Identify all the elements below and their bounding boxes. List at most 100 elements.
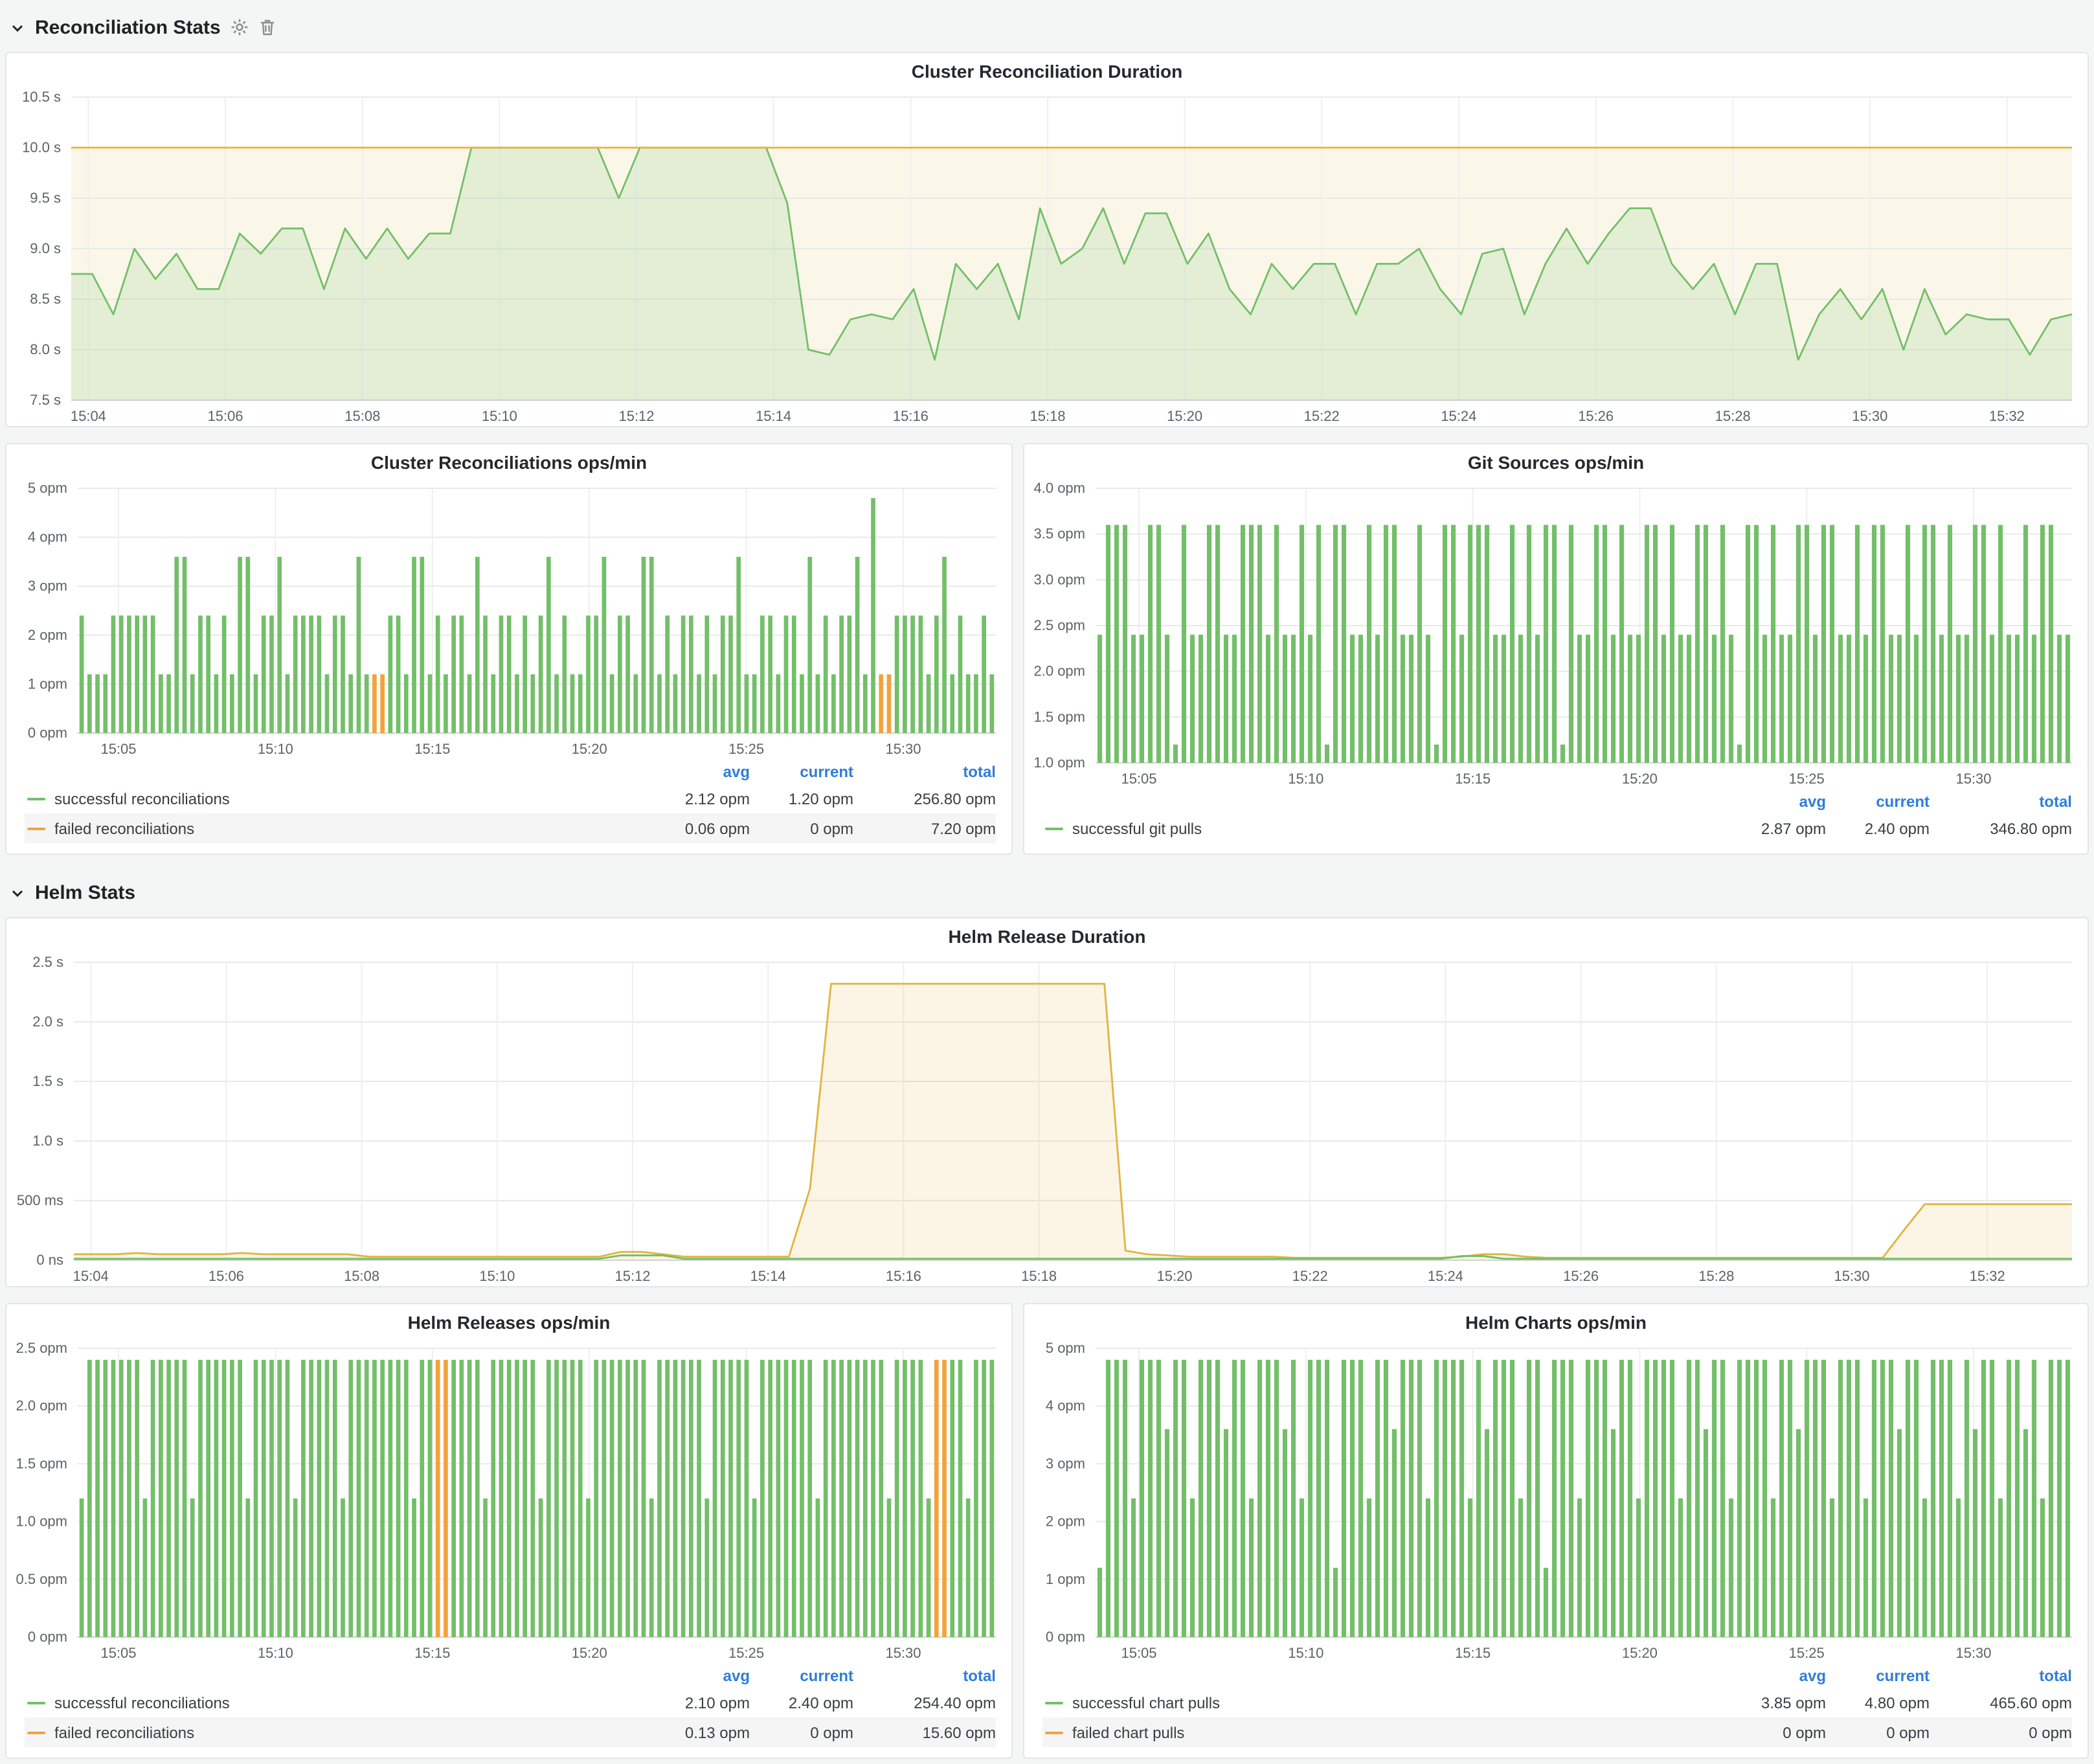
trash-icon[interactable] — [260, 18, 276, 36]
series-current: 2.40 opm — [750, 1693, 853, 1712]
svg-text:15:22: 15:22 — [1292, 1268, 1328, 1284]
series-current: 0 opm — [750, 1723, 853, 1741]
svg-text:15:15: 15:15 — [1455, 771, 1491, 787]
helm-release-duration-chart[interactable]: 0 ns500 ms1.0 s1.5 s2.0 s2.5 s15:0415:06… — [6, 949, 2088, 1286]
svg-text:15:05: 15:05 — [1121, 771, 1156, 787]
svg-text:15:10: 15:10 — [1288, 1645, 1323, 1661]
legend-current-header[interactable]: current — [1826, 792, 1930, 810]
svg-text:15:25: 15:25 — [728, 1645, 764, 1661]
svg-text:15:04: 15:04 — [71, 408, 106, 424]
legend-avg-header[interactable]: avg — [627, 1666, 750, 1684]
cluster-reconciliations-ops-chart[interactable]: 0 opm1 opm2 opm3 opm4 opm5 opm15:0515:10… — [6, 475, 1011, 759]
section-header-reconciliation-stats[interactable]: Reconciliation Stats — [10, 8, 2089, 47]
svg-text:15:30: 15:30 — [1852, 408, 1887, 424]
svg-text:1.0 opm: 1.0 opm — [16, 1513, 68, 1530]
svg-text:4 opm: 4 opm — [28, 529, 67, 545]
legend-current-header[interactable]: current — [750, 762, 853, 780]
series-total: 254.40 opm — [853, 1693, 996, 1712]
panel-helm-charts-ops: Helm Charts ops/min 0 opm1 opm2 opm3 opm… — [1023, 1303, 2089, 1759]
series-label: failed reconciliations — [54, 1723, 194, 1741]
svg-text:15:25: 15:25 — [1789, 1645, 1825, 1661]
legend-avg-header[interactable]: avg — [627, 762, 750, 780]
svg-text:15:15: 15:15 — [414, 1645, 450, 1661]
svg-text:15:10: 15:10 — [482, 408, 517, 424]
panel-title[interactable]: Git Sources ops/min — [1024, 444, 2088, 475]
legend-current-header[interactable]: current — [750, 1666, 853, 1684]
panel-title[interactable]: Cluster Reconciliations ops/min — [6, 444, 1011, 475]
legend-row-successful-chart-pulls[interactable]: successful chart pulls 3.85 opm 4.80 opm… — [1042, 1688, 2072, 1717]
svg-text:15:30: 15:30 — [885, 741, 921, 757]
legend-avg-header[interactable]: avg — [1703, 792, 1826, 810]
git-sources-ops-chart[interactable]: 1.0 opm1.5 opm2.0 opm2.5 opm3.0 opm3.5 o… — [1024, 475, 2088, 789]
svg-text:3.0 opm: 3.0 opm — [1034, 571, 1086, 587]
svg-text:3 opm: 3 opm — [1046, 1455, 1085, 1471]
legend-row-failed-chart-pulls[interactable]: failed chart pulls 0 opm 0 opm 0 opm — [1042, 1717, 2072, 1747]
helm-releases-ops-chart[interactable]: 0 opm0.5 opm1.0 opm1.5 opm2.0 opm2.5 opm… — [6, 1335, 1011, 1663]
section-title[interactable]: Reconciliation Stats — [35, 16, 221, 38]
svg-text:15:30: 15:30 — [1834, 1268, 1869, 1284]
svg-text:15:30: 15:30 — [885, 1645, 921, 1661]
svg-text:15:18: 15:18 — [1021, 1268, 1057, 1284]
helm-charts-ops-chart[interactable]: 0 opm1 opm2 opm3 opm4 opm5 opm15:0515:10… — [1024, 1335, 2088, 1663]
section-title[interactable]: Helm Stats — [35, 881, 135, 903]
svg-text:15:25: 15:25 — [728, 741, 764, 757]
legend-total-header[interactable]: total — [1930, 792, 2072, 810]
svg-text:15:20: 15:20 — [1167, 408, 1202, 424]
series-avg: 3.85 opm — [1703, 1693, 1826, 1712]
svg-text:0 opm: 0 opm — [28, 725, 67, 741]
panel-title[interactable]: Helm Release Duration — [6, 918, 2088, 949]
legend-avg-header[interactable]: avg — [1703, 1666, 1826, 1684]
series-swatch — [1045, 1731, 1063, 1734]
svg-text:0 ns: 0 ns — [36, 1252, 63, 1268]
svg-text:8.5 s: 8.5 s — [30, 291, 61, 307]
series-avg: 2.87 opm — [1703, 819, 1826, 837]
legend-row-successful-git-pulls[interactable]: successful git pulls 2.87 opm 2.40 opm 3… — [1042, 813, 2072, 843]
series-label: successful chart pulls — [1072, 1693, 1220, 1712]
svg-text:15:20: 15:20 — [1622, 1645, 1658, 1661]
legend-row-failed-reconciliations[interactable]: failed reconciliations 0.06 opm 0 opm 7.… — [25, 813, 996, 843]
panel-title[interactable]: Cluster Reconciliation Duration — [6, 53, 2088, 84]
svg-text:15:25: 15:25 — [1789, 771, 1825, 787]
svg-text:500 ms: 500 ms — [17, 1192, 63, 1208]
legend-total-header[interactable]: total — [853, 1666, 996, 1684]
legend: avg current total successful reconciliat… — [6, 759, 1011, 854]
legend: avg current total successful chart pulls… — [1024, 1663, 2088, 1758]
svg-text:15:10: 15:10 — [258, 741, 293, 757]
svg-text:15:30: 15:30 — [1955, 1645, 1991, 1661]
svg-text:2.0 s: 2.0 s — [32, 1013, 63, 1030]
svg-text:15:24: 15:24 — [1441, 408, 1476, 424]
chevron-down-icon[interactable] — [10, 885, 25, 899]
series-avg: 2.10 opm — [627, 1693, 750, 1712]
svg-text:1.0 s: 1.0 s — [32, 1133, 63, 1149]
legend-total-header[interactable]: total — [1930, 1666, 2072, 1684]
svg-text:15:10: 15:10 — [1288, 771, 1323, 787]
svg-text:8.0 s: 8.0 s — [30, 341, 61, 357]
series-total: 465.60 opm — [1930, 1693, 2072, 1712]
legend-row-successful-reconciliations[interactable]: successful reconciliations 2.10 opm 2.40… — [25, 1688, 996, 1717]
svg-text:15:14: 15:14 — [750, 1268, 786, 1284]
legend-current-header[interactable]: current — [1826, 1666, 1930, 1684]
panel-title[interactable]: Helm Releases ops/min — [6, 1304, 1011, 1335]
series-current: 4.80 opm — [1826, 1693, 1930, 1712]
series-avg: 2.12 opm — [627, 789, 750, 808]
svg-text:15:15: 15:15 — [1455, 1645, 1491, 1661]
series-total: 256.80 opm — [853, 789, 996, 808]
svg-text:2.0 opm: 2.0 opm — [1034, 663, 1086, 679]
section-header-helm-stats[interactable]: Helm Stats — [10, 873, 2089, 912]
svg-text:15:26: 15:26 — [1578, 408, 1614, 424]
series-total: 346.80 opm — [1930, 819, 2072, 837]
series-label: failed reconciliations — [54, 819, 194, 837]
cluster-reconciliation-duration-chart[interactable]: 7.5 s8.0 s8.5 s9.0 s9.5 s10.0 s10.5 s15:… — [6, 84, 2088, 426]
chevron-down-icon[interactable] — [10, 20, 25, 34]
svg-text:3 opm: 3 opm — [28, 578, 67, 594]
svg-text:15:28: 15:28 — [1698, 1268, 1734, 1284]
svg-text:15:32: 15:32 — [1970, 1268, 2005, 1284]
panel-helm-release-duration: Helm Release Duration 0 ns500 ms1.0 s1.5… — [5, 917, 2089, 1287]
legend-row-failed-reconciliations[interactable]: failed reconciliations 0.13 opm 0 opm 15… — [25, 1717, 996, 1747]
legend-row-successful-reconciliations[interactable]: successful reconciliations 2.12 opm 1.20… — [25, 784, 996, 813]
gear-icon[interactable] — [231, 18, 249, 36]
svg-text:15:15: 15:15 — [414, 741, 450, 757]
svg-text:2.5 s: 2.5 s — [32, 954, 63, 970]
panel-title[interactable]: Helm Charts ops/min — [1024, 1304, 2088, 1335]
legend-total-header[interactable]: total — [853, 762, 996, 780]
